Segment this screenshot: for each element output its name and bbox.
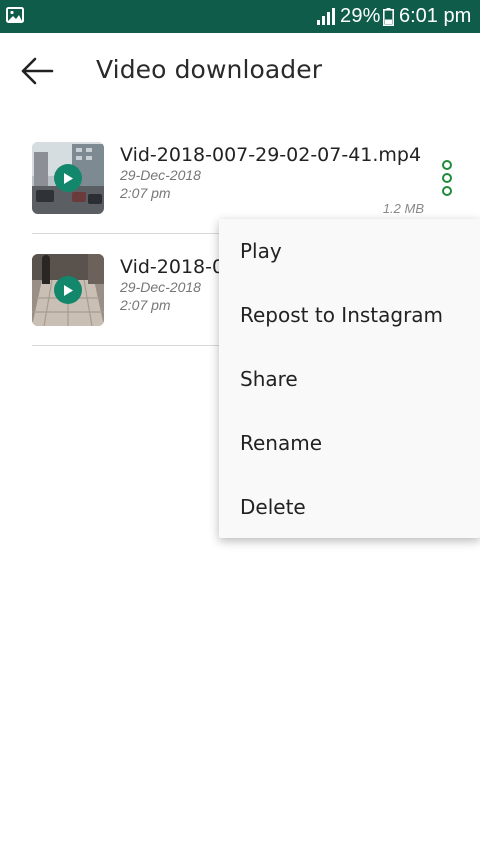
file-time: 2:07 pm: [120, 185, 171, 201]
battery-percent: 29%: [340, 5, 381, 27]
file-date: 29-Dec-2018: [120, 167, 201, 183]
status-bar: 29% 6:01 pm: [0, 0, 480, 33]
file-name: Vid-2018-0: [120, 256, 225, 278]
battery-icon: [383, 8, 394, 26]
menu-item-delete[interactable]: Delete: [219, 475, 480, 539]
file-name: Vid-2018-007-29-02-07-41.mp4: [120, 144, 422, 166]
back-button[interactable]: [14, 51, 60, 91]
more-vert-icon: [442, 160, 452, 196]
list-item[interactable]: Vid-2018-007-29-02-07-41.mp4 29-Dec-2018…: [32, 122, 452, 234]
menu-item-share[interactable]: Share: [219, 347, 480, 411]
signal-icon: [317, 8, 335, 25]
play-icon[interactable]: [54, 276, 82, 304]
video-thumbnail[interactable]: [32, 254, 104, 326]
more-options-button[interactable]: [436, 158, 458, 198]
video-thumbnail[interactable]: [32, 142, 104, 214]
gallery-icon: [6, 7, 24, 23]
menu-item-play[interactable]: Play: [219, 219, 480, 283]
file-time: 2:07 pm: [120, 297, 171, 313]
clock: 6:01 pm: [399, 5, 472, 27]
menu-item-rename[interactable]: Rename: [219, 411, 480, 475]
file-size: 1.2 MB: [382, 201, 424, 216]
context-menu: Play Repost to Instagram Share Rename De…: [219, 219, 480, 538]
page-title: Video downloader: [96, 55, 323, 84]
app-header: Video downloader: [0, 33, 480, 109]
play-icon[interactable]: [54, 164, 82, 192]
menu-item-repost-to-instagram[interactable]: Repost to Instagram: [219, 283, 480, 347]
file-date: 29-Dec-2018: [120, 279, 201, 295]
arrow-left-icon: [21, 57, 54, 85]
